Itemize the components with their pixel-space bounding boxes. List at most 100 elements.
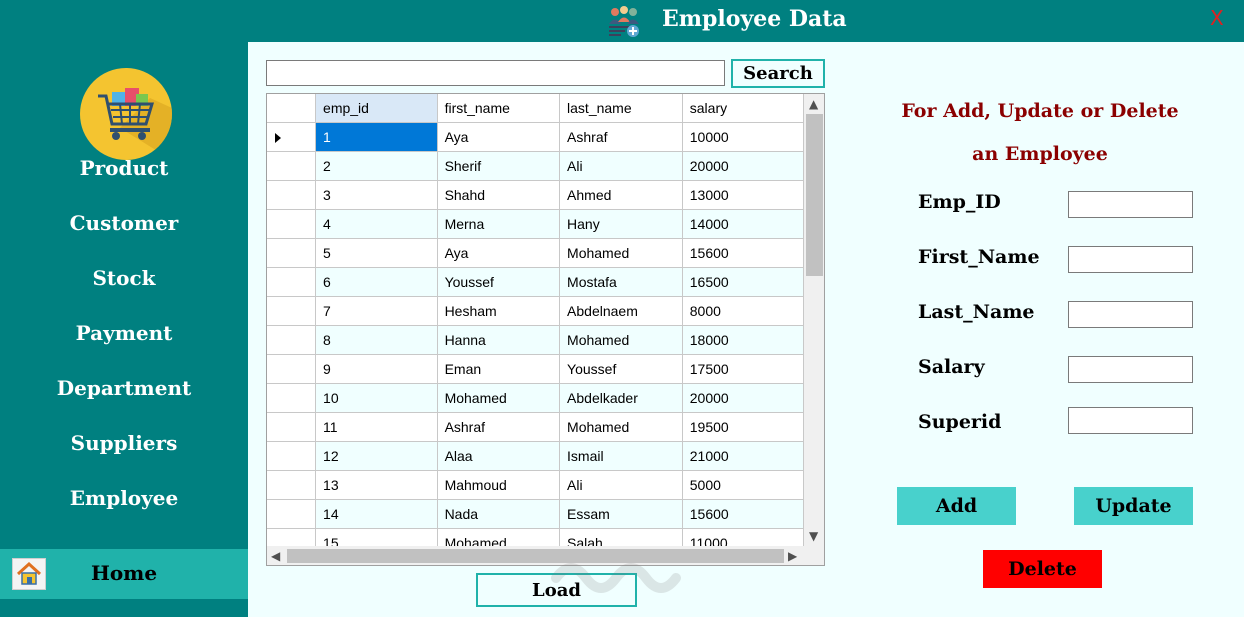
search-input[interactable] xyxy=(266,60,725,86)
sidebar-item-employee[interactable]: Employee xyxy=(0,486,248,510)
cell-emp-id[interactable]: 15 xyxy=(315,528,438,546)
cell-emp-id[interactable]: 4 xyxy=(315,209,438,239)
row-header[interactable] xyxy=(267,267,317,297)
table-row[interactable]: 4 Merna Hany 14000 xyxy=(267,209,804,239)
table-row[interactable]: 7 Hesham Abdelnaem 8000 xyxy=(267,296,804,326)
sidebar-item-payment[interactable]: Payment xyxy=(0,321,248,345)
cell-salary[interactable]: 17500 xyxy=(682,354,804,384)
row-header[interactable] xyxy=(267,528,317,546)
table-row[interactable]: 5 Aya Mohamed 15600 xyxy=(267,238,804,268)
cell-last-name[interactable]: Abdelkader xyxy=(559,383,683,413)
table-row[interactable]: 8 Hanna Mohamed 18000 xyxy=(267,325,804,355)
row-header[interactable] xyxy=(267,151,317,181)
cell-first-name[interactable]: Mohamed xyxy=(437,528,561,546)
cell-last-name[interactable]: Mostafa xyxy=(559,267,683,297)
cell-last-name[interactable]: Mohamed xyxy=(559,325,683,355)
cell-emp-id[interactable]: 14 xyxy=(315,499,438,529)
cell-salary[interactable]: 5000 xyxy=(682,470,804,500)
cell-emp-id[interactable]: 12 xyxy=(315,441,438,471)
cell-last-name[interactable]: Ali xyxy=(559,151,683,181)
scroll-down-icon[interactable]: ▼ xyxy=(809,530,818,542)
cell-first-name[interactable]: Ashraf xyxy=(437,412,561,442)
cell-last-name[interactable]: Youssef xyxy=(559,354,683,384)
cell-salary[interactable]: 14000 xyxy=(682,209,804,239)
sidebar-item-stock[interactable]: Stock xyxy=(0,266,248,290)
cell-last-name[interactable]: Ashraf xyxy=(559,122,683,152)
row-header[interactable] xyxy=(267,209,317,239)
horizontal-scrollbar[interactable]: ◀ ▶ xyxy=(267,546,804,565)
row-header[interactable] xyxy=(267,441,317,471)
cell-salary[interactable]: 19500 xyxy=(682,412,804,442)
cell-first-name[interactable]: Mohamed xyxy=(437,383,561,413)
cell-salary[interactable]: 8000 xyxy=(682,296,804,326)
table-row[interactable]: 3 Shahd Ahmed 13000 xyxy=(267,180,804,210)
column-header-last-name[interactable]: last_name xyxy=(559,94,683,123)
search-button[interactable]: Search xyxy=(731,59,825,88)
cell-first-name[interactable]: Mahmoud xyxy=(437,470,561,500)
salary-field[interactable] xyxy=(1068,356,1193,383)
cell-salary[interactable]: 15600 xyxy=(682,238,804,268)
cell-last-name[interactable]: Salah xyxy=(559,528,683,546)
superid-field[interactable] xyxy=(1068,407,1193,434)
cell-emp-id[interactable]: 3 xyxy=(315,180,438,210)
cell-salary[interactable]: 10000 xyxy=(682,122,804,152)
column-header-emp-id[interactable]: emp_id xyxy=(315,94,438,123)
cell-last-name[interactable]: Mohamed xyxy=(559,238,683,268)
cell-emp-id[interactable]: 13 xyxy=(315,470,438,500)
table-row[interactable]: 9 Eman Youssef 17500 xyxy=(267,354,804,384)
cell-emp-id[interactable]: 6 xyxy=(315,267,438,297)
cell-last-name[interactable]: Ali xyxy=(559,470,683,500)
cell-salary[interactable]: 11000 xyxy=(682,528,804,546)
cell-first-name[interactable]: Hanna xyxy=(437,325,561,355)
table-row[interactable]: 12 Alaa Ismail 21000 xyxy=(267,441,804,471)
cell-emp-id[interactable]: 9 xyxy=(315,354,438,384)
cell-salary[interactable]: 21000 xyxy=(682,441,804,471)
cell-emp-id[interactable]: 1 xyxy=(315,122,438,152)
delete-button[interactable]: Delete xyxy=(983,550,1102,588)
cell-first-name[interactable]: Nada xyxy=(437,499,561,529)
row-header[interactable] xyxy=(267,122,317,152)
cell-last-name[interactable]: Abdelnaem xyxy=(559,296,683,326)
column-header-first-name[interactable]: first_name xyxy=(437,94,561,123)
cell-salary[interactable]: 16500 xyxy=(682,267,804,297)
last-name-field[interactable] xyxy=(1068,301,1193,328)
cell-emp-id[interactable]: 8 xyxy=(315,325,438,355)
cell-first-name[interactable]: Alaa xyxy=(437,441,561,471)
add-button[interactable]: Add xyxy=(897,487,1016,525)
cell-first-name[interactable]: Merna xyxy=(437,209,561,239)
load-button[interactable]: Load xyxy=(476,573,637,607)
cell-first-name[interactable]: Aya xyxy=(437,122,561,152)
cell-last-name[interactable]: Mohamed xyxy=(559,412,683,442)
sidebar-item-customer[interactable]: Customer xyxy=(0,211,248,235)
sidebar-item-suppliers[interactable]: Suppliers xyxy=(0,431,248,455)
employee-grid[interactable]: emp_id first_name last_name salary 1 Aya A… xyxy=(266,93,825,566)
corner-header[interactable] xyxy=(267,94,317,123)
table-row[interactable]: 13 Mahmoud Ali 5000 xyxy=(267,470,804,500)
sidebar-item-home[interactable]: Home xyxy=(0,549,248,599)
cell-emp-id[interactable]: 11 xyxy=(315,412,438,442)
first-name-field[interactable] xyxy=(1068,246,1193,273)
row-header[interactable] xyxy=(267,499,317,529)
emp-id-field[interactable] xyxy=(1068,191,1193,218)
table-row[interactable]: 2 Sherif Ali 20000 xyxy=(267,151,804,181)
cell-first-name[interactable]: Eman xyxy=(437,354,561,384)
cell-last-name[interactable]: Ahmed xyxy=(559,180,683,210)
scroll-right-icon[interactable]: ▶ xyxy=(788,550,797,562)
update-button[interactable]: Update xyxy=(1074,487,1193,525)
cell-last-name[interactable]: Hany xyxy=(559,209,683,239)
cell-first-name[interactable]: Hesham xyxy=(437,296,561,326)
cell-first-name[interactable]: Shahd xyxy=(437,180,561,210)
row-header[interactable] xyxy=(267,470,317,500)
scroll-up-icon[interactable]: ▲ xyxy=(809,98,818,110)
cell-emp-id[interactable]: 10 xyxy=(315,383,438,413)
cell-salary[interactable]: 18000 xyxy=(682,325,804,355)
table-row[interactable]: 14 Nada Essam 15600 xyxy=(267,499,804,529)
cell-salary[interactable]: 20000 xyxy=(682,383,804,413)
cell-emp-id[interactable]: 5 xyxy=(315,238,438,268)
vertical-scrollbar[interactable]: ▲ ▼ xyxy=(804,94,824,546)
row-header[interactable] xyxy=(267,238,317,268)
cell-first-name[interactable]: Aya xyxy=(437,238,561,268)
table-row[interactable]: 6 Youssef Mostafa 16500 xyxy=(267,267,804,297)
row-header[interactable] xyxy=(267,180,317,210)
close-button[interactable]: X xyxy=(1210,6,1224,30)
